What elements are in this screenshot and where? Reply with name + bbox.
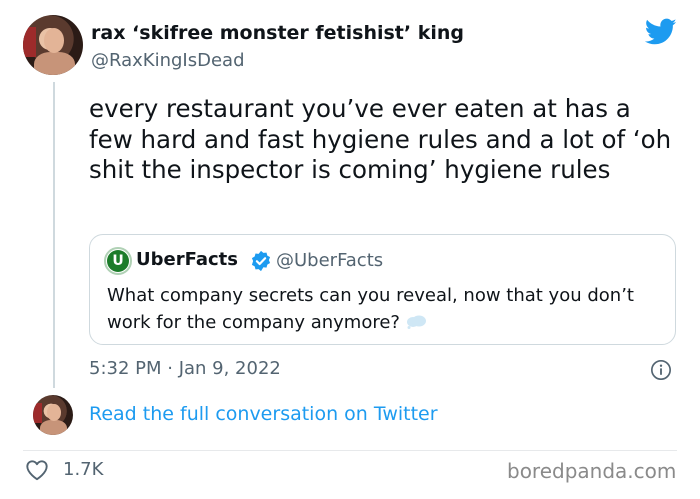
footer-divider bbox=[23, 450, 677, 451]
watermark: boredpanda.com bbox=[507, 459, 677, 483]
info-icon[interactable] bbox=[650, 359, 672, 381]
quoted-tweet-card[interactable]: U UberFacts @UberFacts What company secr… bbox=[89, 234, 676, 345]
thought-balloon-icon bbox=[406, 315, 426, 329]
quoted-tweet-text: What company secrets can you reveal, now… bbox=[107, 282, 637, 336]
conversation-avatar[interactable] bbox=[33, 395, 73, 435]
like-count: 1.7K bbox=[63, 459, 104, 480]
quoted-author-avatar[interactable]: U bbox=[104, 247, 132, 275]
quoted-author-handle[interactable]: @UberFacts bbox=[276, 250, 383, 271]
verified-badge-icon bbox=[251, 250, 271, 272]
thread-line bbox=[53, 82, 55, 388]
heart-icon[interactable] bbox=[25, 459, 49, 481]
read-conversation-link[interactable]: Read the full conversation on Twitter bbox=[89, 403, 438, 425]
quoted-tweet-text-content: What company secrets can you reveal, now… bbox=[107, 285, 634, 333]
author-display-name[interactable]: rax ‘skifree monster fetishist’ king bbox=[91, 22, 464, 44]
tweet-timestamp[interactable]: 5:32 PM · Jan 9, 2022 bbox=[89, 358, 281, 379]
author-avatar[interactable] bbox=[23, 15, 83, 75]
twitter-logo-icon[interactable] bbox=[645, 18, 677, 46]
quoted-author-name[interactable]: UberFacts bbox=[136, 249, 238, 270]
tweet-text: every restaurant you’ve ever eaten at ha… bbox=[89, 94, 672, 184]
author-handle[interactable]: @RaxKingIsDead bbox=[91, 50, 245, 71]
